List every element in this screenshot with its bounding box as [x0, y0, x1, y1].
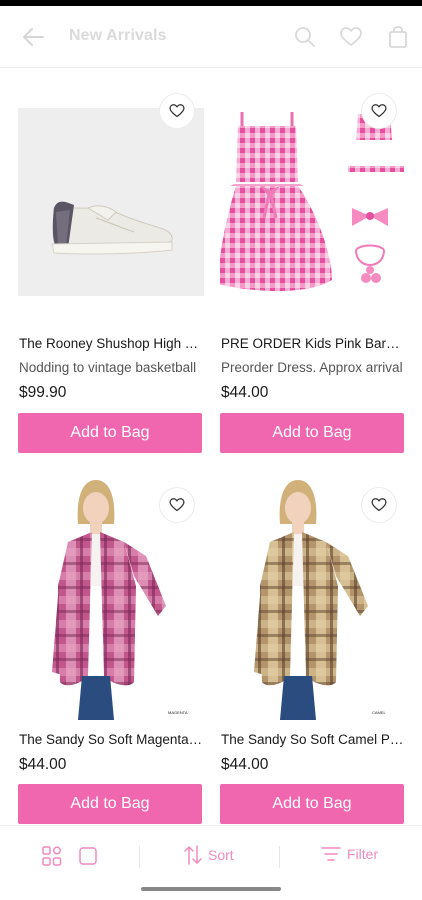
filter-icon — [321, 847, 341, 861]
product-name[interactable]: The Sandy So Soft Magenta Plaid — [19, 732, 203, 747]
filter-label: Filter — [347, 846, 379, 862]
back-arrow-icon[interactable] — [18, 22, 48, 52]
sort-icon — [184, 845, 202, 865]
home-indicator[interactable] — [141, 887, 281, 891]
product-price: $44.00 — [221, 384, 269, 401]
product-name[interactable]: The Rooney Shushop High Top Sneaker — [19, 336, 203, 351]
divider — [279, 846, 280, 868]
filter-button[interactable]: Filter — [321, 845, 378, 863]
sort-button[interactable]: Sort — [184, 844, 234, 866]
product-description: Preorder Dress. Approx arrival — [221, 360, 403, 375]
heart-icon[interactable] — [160, 94, 194, 128]
product-price: $99.90 — [19, 384, 67, 401]
heart-icon[interactable] — [362, 94, 396, 128]
single-view-icon[interactable] — [78, 846, 98, 866]
page-title: New Arrivals — [69, 27, 167, 44]
color-tag: CAMEL — [372, 710, 387, 715]
add-to-bag-button[interactable]: Add to Bag — [18, 413, 202, 453]
bottom-toolbar: Sort Filter — [0, 825, 422, 885]
add-to-bag-button[interactable]: Add to Bag — [18, 784, 202, 824]
divider — [139, 846, 140, 868]
product-price: $44.00 — [221, 756, 269, 773]
product-description: Nodding to vintage basketball — [19, 360, 197, 375]
grid-view-icon[interactable] — [42, 846, 62, 866]
top-app-bar: New Arrivals — [0, 6, 422, 68]
add-to-bag-button[interactable]: Add to Bag — [220, 413, 404, 453]
search-icon[interactable] — [292, 24, 318, 50]
sort-label: Sort — [208, 847, 234, 863]
product-image[interactable] — [18, 108, 204, 296]
heart-icon[interactable] — [338, 24, 364, 50]
product-name[interactable]: PRE ORDER Kids Pink Barbie Dress — [221, 336, 405, 351]
product-image[interactable] — [220, 98, 406, 298]
heart-icon[interactable] — [160, 488, 194, 522]
color-tag: MAGENTA — [168, 710, 188, 715]
bag-icon[interactable] — [385, 24, 411, 50]
product-price: $44.00 — [19, 756, 67, 773]
product-name[interactable]: The Sandy So Soft Camel Plaid — [221, 732, 405, 747]
add-to-bag-button[interactable]: Add to Bag — [220, 784, 404, 824]
heart-icon[interactable] — [362, 488, 396, 522]
